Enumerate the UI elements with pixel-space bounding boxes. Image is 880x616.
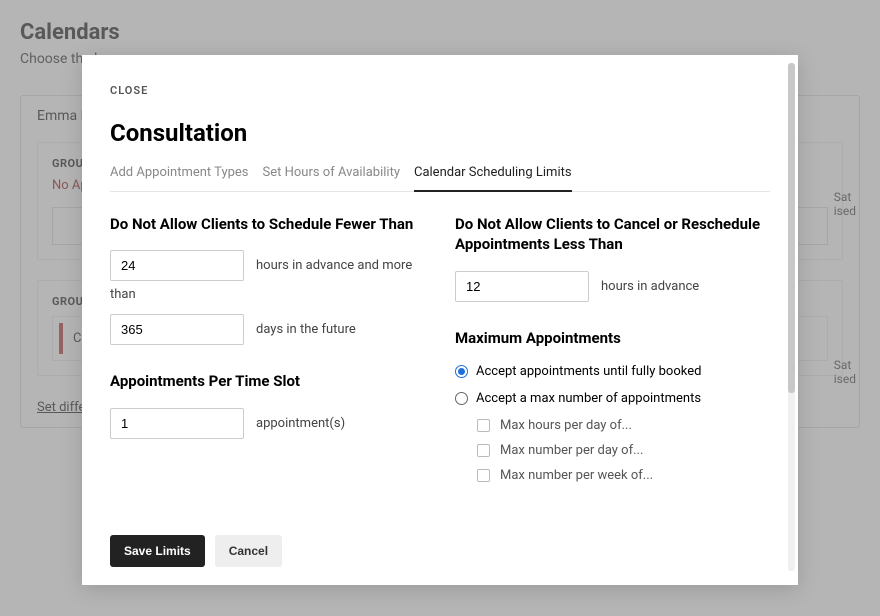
tab-scheduling-limits[interactable]: Calendar Scheduling Limits bbox=[414, 165, 572, 192]
max-appts-heading: Maximum Appointments bbox=[455, 328, 770, 348]
check-max-number-week[interactable]: Max number per week of... bbox=[477, 468, 770, 483]
tab-bar: Add Appointment Types Set Hours of Avail… bbox=[110, 165, 770, 192]
radio-max-number-label: Accept a max number of appointments bbox=[476, 391, 701, 406]
check-max-hours-day-label: Max hours per day of... bbox=[500, 418, 632, 433]
radio-max-number[interactable]: Accept a max number of appointments bbox=[455, 391, 770, 406]
hours-advance-label-2: than bbox=[110, 287, 425, 302]
schedule-fewer-heading: Do Not Allow Clients to Schedule Fewer T… bbox=[110, 214, 425, 234]
check-max-hours-day[interactable]: Max hours per day of... bbox=[477, 418, 770, 433]
cancel-hours-input[interactable] bbox=[455, 271, 589, 302]
scrollbar-thumb[interactable] bbox=[788, 63, 795, 393]
modal-title: Consultation bbox=[110, 119, 770, 147]
checkbox-icon bbox=[477, 469, 490, 482]
cancel-button[interactable]: Cancel bbox=[215, 535, 282, 567]
radio-fully-booked[interactable]: Accept appointments until fully booked bbox=[455, 364, 770, 379]
hours-advance-input[interactable] bbox=[110, 250, 244, 281]
modal: CLOSE Consultation Add Appointment Types… bbox=[82, 55, 798, 585]
tab-set-hours[interactable]: Set Hours of Availability bbox=[263, 165, 400, 192]
checkbox-icon bbox=[477, 444, 490, 457]
modal-overlay: CLOSE Consultation Add Appointment Types… bbox=[0, 0, 880, 616]
check-max-number-week-label: Max number per week of... bbox=[500, 468, 653, 483]
appts-per-slot-label: appointment(s) bbox=[256, 416, 345, 431]
cancel-reschedule-heading: Do Not Allow Clients to Cancel or Resche… bbox=[455, 214, 770, 255]
days-future-input[interactable] bbox=[110, 314, 244, 345]
tab-add-appointment-types[interactable]: Add Appointment Types bbox=[110, 165, 249, 192]
appts-per-slot-heading: Appointments Per Time Slot bbox=[110, 371, 425, 391]
checkbox-icon bbox=[477, 419, 490, 432]
hours-advance-label: hours in advance and more bbox=[256, 258, 412, 273]
check-max-number-day-label: Max number per day of... bbox=[500, 443, 643, 458]
close-button[interactable]: CLOSE bbox=[110, 84, 148, 97]
days-future-label: days in the future bbox=[256, 322, 356, 337]
save-button[interactable]: Save Limits bbox=[110, 535, 205, 567]
cancel-hours-label: hours in advance bbox=[601, 279, 699, 294]
radio-icon bbox=[455, 365, 468, 378]
check-max-number-day[interactable]: Max number per day of... bbox=[477, 443, 770, 458]
radio-icon bbox=[455, 392, 468, 405]
scrollbar[interactable] bbox=[788, 63, 795, 571]
appts-per-slot-input[interactable] bbox=[110, 408, 244, 439]
radio-fully-booked-label: Accept appointments until fully booked bbox=[476, 364, 701, 379]
